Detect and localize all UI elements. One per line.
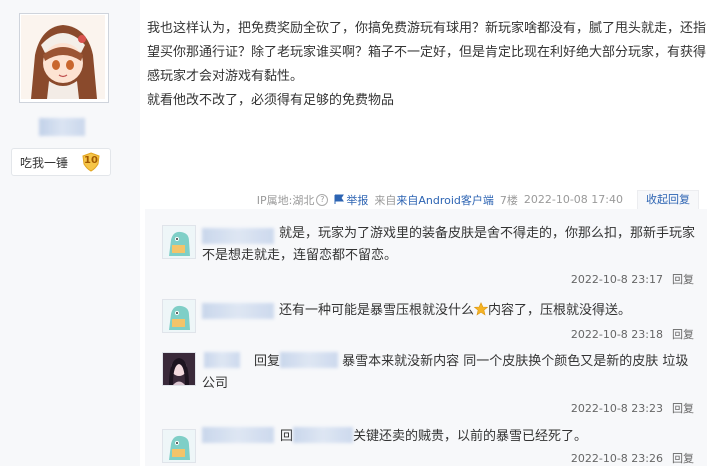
reply-button[interactable]: 回复 [672, 402, 694, 415]
blurred-mention[interactable] [280, 352, 339, 368]
reply-avatar[interactable] [162, 352, 196, 386]
reply-button[interactable]: 回复 [672, 328, 694, 341]
author-sidebar: 吃我一锤 10 [0, 0, 140, 466]
reply-avatar[interactable] [162, 429, 196, 463]
reply-text: 回关键还卖的贼贵，以前的暴雪已经死了。 [202, 426, 697, 448]
reply-meta: 2022-10-8 23:26 回复 [571, 450, 694, 466]
level-number: 10 [84, 155, 98, 166]
reply-button[interactable]: 回复 [672, 452, 694, 465]
post-tail: IP属地:湖北 ? 举报 来自来自Android客户端 7楼 2022-10-0… [251, 190, 699, 209]
blurred-username[interactable] [204, 352, 240, 368]
reply-meta: 2022-10-8 23:23 回复 [571, 400, 694, 416]
star-emoji-icon [474, 302, 489, 316]
reply-text: 还有一种可能是暴雪压根就没什么 内容了，压根就没得送。 [279, 302, 632, 318]
level-shield-icon: 10 [81, 152, 101, 172]
dinosaur-avatar-icon [163, 430, 195, 462]
author-avatar[interactable] [19, 13, 109, 103]
reply-text: 回复 暴雪本来就没新内容 同一个皮肤换个颜色又是新的皮肤 垃圾公司 [202, 352, 689, 391]
author-name-blurred[interactable] [39, 118, 85, 136]
reply-avatar[interactable] [162, 299, 196, 333]
reply-list: 就是，玩家为了游戏里的装备皮肤是舍不得走的，你那么扣，那新手玩家不是想走就走，连… [145, 209, 707, 466]
reply-time: 2022-10-8 23:26 [570, 452, 663, 465]
post-time: 2022-10-08 17:40 [523, 193, 623, 206]
post-paragraph: 就看他改不改了，必须得有足够的免费物品 [147, 93, 395, 108]
help-icon[interactable]: ? [316, 193, 329, 206]
blurred-mention[interactable] [293, 427, 354, 443]
report-button[interactable]: 举报 [334, 192, 368, 208]
reply-time: 2022-10-8 23:23 [570, 402, 663, 415]
android-client-link[interactable]: 来自Android客户端 [396, 194, 494, 207]
flag-icon [334, 194, 345, 204]
reply-avatar[interactable] [162, 225, 196, 259]
reply-button[interactable]: 回复 [672, 273, 694, 286]
blurred-username[interactable] [202, 427, 274, 443]
reply-meta: 2022-10-8 23:17 回复 [571, 271, 694, 287]
report-label: 举报 [346, 193, 369, 207]
floor-number: 7楼 [499, 193, 518, 207]
reply-meta: 2022-10-8 23:18 回复 [571, 326, 694, 342]
post-content: 我也这样认为，把免费奖励全砍了，你搞免费游玩有球用？新玩家啥都没有，腻了甩头就走… [147, 17, 707, 113]
ip-location: IP属地:湖北 [256, 193, 315, 207]
reply-time: 2022-10-8 23:18 [570, 328, 663, 341]
member-badge[interactable]: 吃我一锤 10 [11, 148, 111, 176]
badge-label: 吃我一锤 [20, 155, 69, 170]
collapse-replies-button[interactable]: 收起回复 [637, 190, 699, 209]
anime-girl-avatar-icon [21, 15, 105, 99]
reply-prefix: 回复 [254, 354, 281, 369]
dark-hair-portrait-icon [163, 353, 195, 385]
reply-prefix: 回 [280, 429, 294, 444]
dinosaur-avatar-icon [163, 300, 195, 332]
source-text: 来自来自Android客户端 [374, 193, 494, 207]
dinosaur-avatar-icon [163, 226, 195, 258]
reply-time: 2022-10-8 23:17 [570, 273, 663, 286]
post-paragraph: 我也这样认为，把免费奖励全砍了，你搞免费游玩有球用？新玩家啥都没有，腻了甩头就走… [147, 21, 707, 84]
reply-text: 就是，玩家为了游戏里的装备皮肤是舍不得走的，你那么扣，那新手玩家不是想走就走，连… [202, 226, 696, 263]
